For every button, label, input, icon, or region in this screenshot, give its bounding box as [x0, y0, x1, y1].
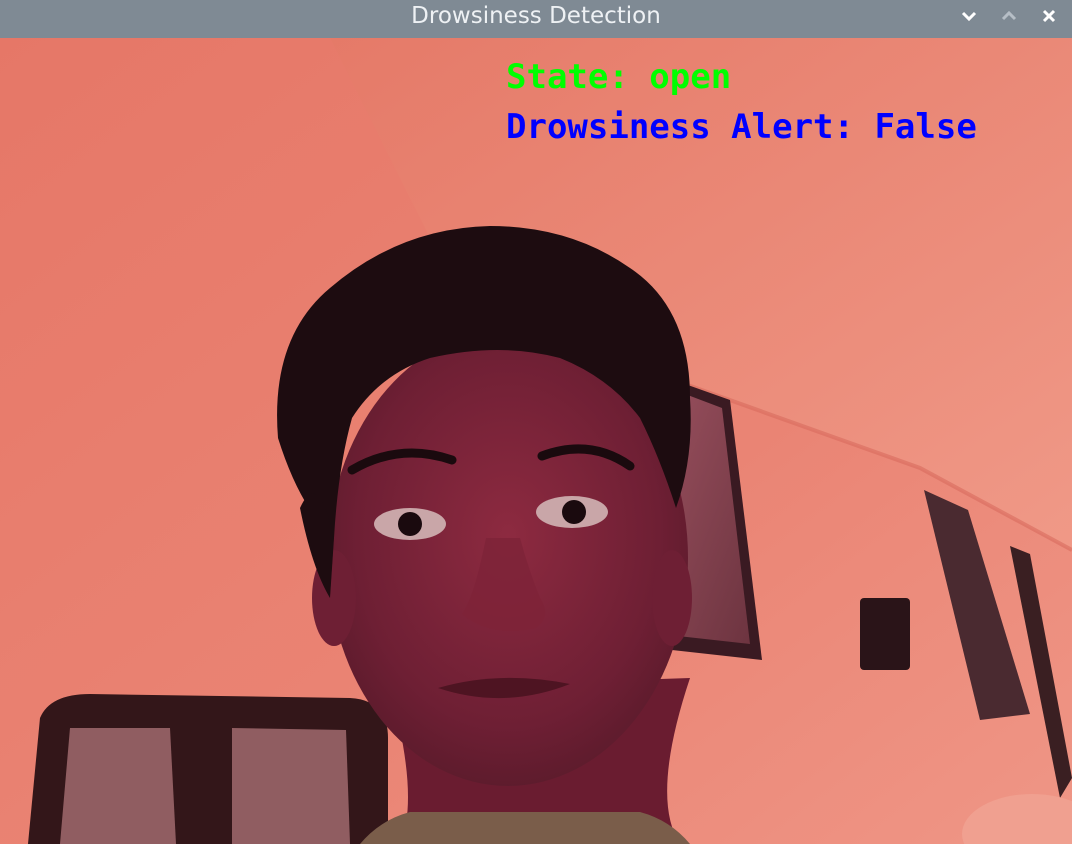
- camera-feed: State: open Drowsiness Alert: False: [0, 38, 1072, 844]
- person-pupil-right: [562, 500, 586, 524]
- window-controls: [952, 2, 1066, 30]
- chevron-up-icon: [1001, 10, 1017, 21]
- window-title: Drowsiness Detection: [411, 3, 661, 29]
- maximize-button[interactable]: [992, 2, 1026, 30]
- camera-frame-image: [0, 38, 1072, 844]
- person-pupil-left: [398, 512, 422, 536]
- close-icon: [1042, 9, 1056, 23]
- app-window: Drowsiness Detection State: open Drowsin…: [0, 0, 1072, 844]
- close-button[interactable]: [1032, 2, 1066, 30]
- chair-mesh: [60, 728, 176, 844]
- minimize-button[interactable]: [952, 2, 986, 30]
- chevron-down-icon: [961, 11, 977, 22]
- drowsiness-alert-label: Drowsiness Alert: False: [506, 107, 977, 147]
- person-ear-right: [652, 550, 692, 646]
- eye-state-label: State: open: [506, 57, 732, 97]
- chair-mesh-right: [232, 728, 350, 844]
- wall-speaker: [860, 598, 910, 670]
- title-bar[interactable]: Drowsiness Detection: [0, 0, 1072, 38]
- person-shirt: [360, 812, 690, 844]
